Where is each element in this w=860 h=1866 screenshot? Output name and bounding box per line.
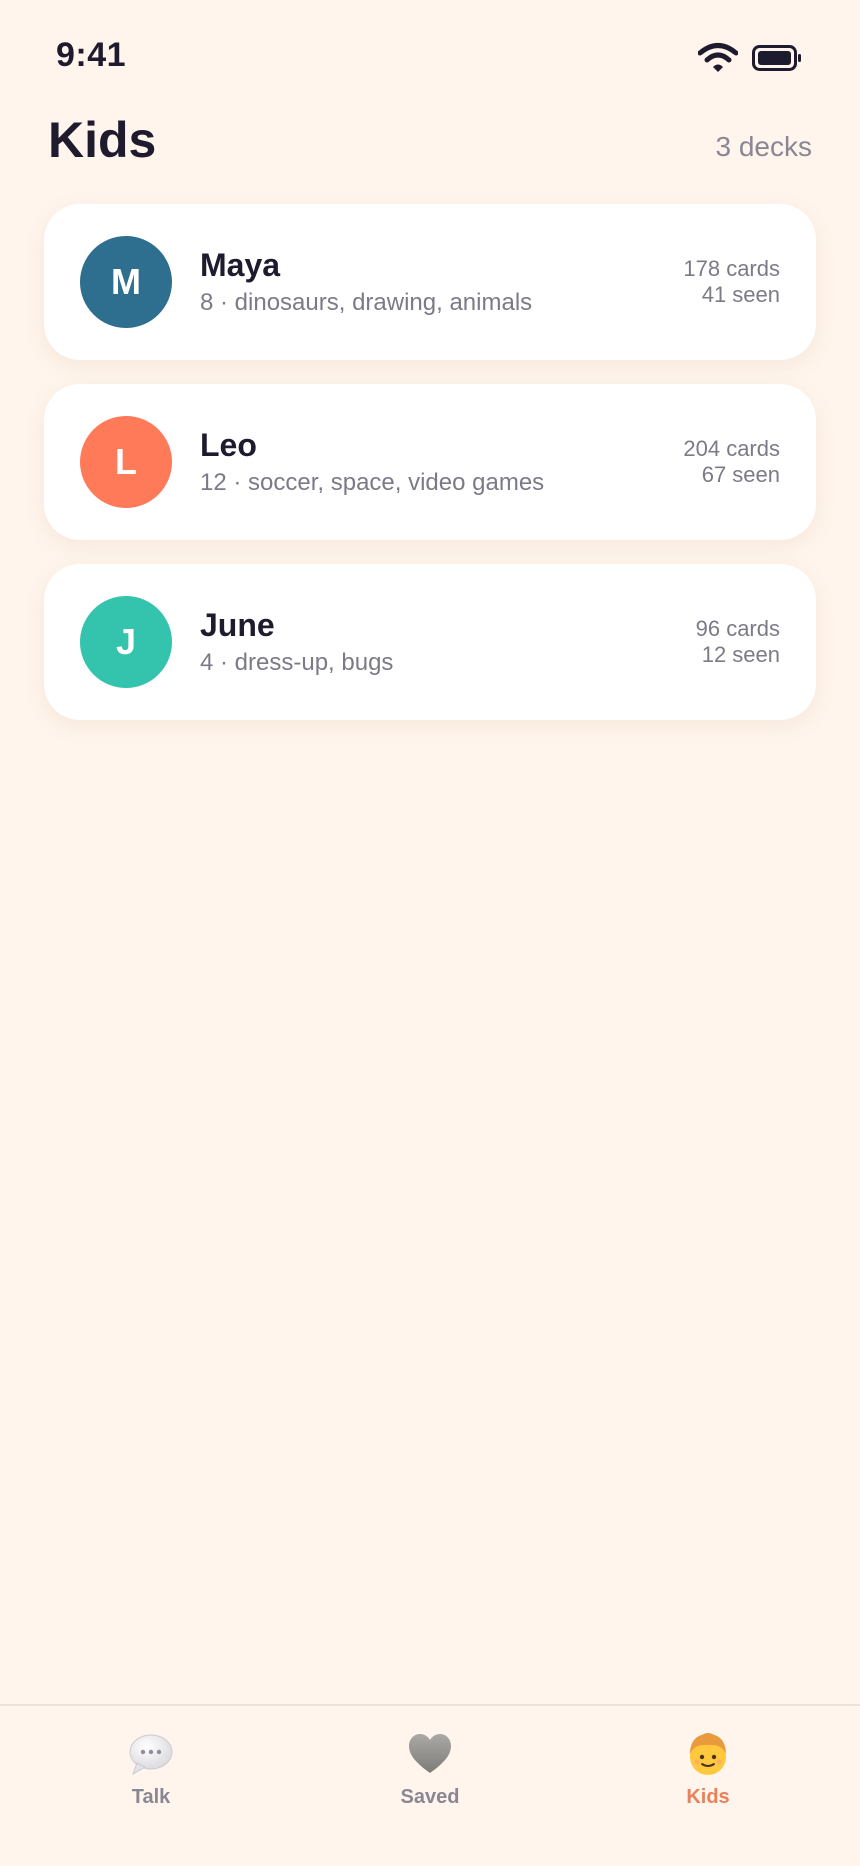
tab-saved[interactable]: Saved xyxy=(340,1730,520,1830)
kid-stats: 96 cards 12 seen xyxy=(696,616,780,668)
kid-stats: 204 cards 67 seen xyxy=(683,436,780,488)
child-icon xyxy=(690,1733,726,1775)
card-count: 204 cards xyxy=(683,436,780,461)
avatar: J xyxy=(80,596,172,688)
kid-details: 8 · dinosaurs, drawing, animals xyxy=(200,289,533,316)
wifi-icon xyxy=(698,43,738,72)
speech-bubble-icon xyxy=(129,1734,173,1776)
kid-card-maya[interactable]: M Maya 8 · dinosaurs, drawing, animals 1… xyxy=(44,204,816,360)
avatar: L xyxy=(80,416,172,508)
avatar: M xyxy=(80,236,172,328)
seen-count: 67 seen xyxy=(701,462,780,487)
kid-name: Maya xyxy=(200,247,281,283)
heart-icon xyxy=(409,1734,451,1773)
deck-count: 3 decks xyxy=(715,131,813,162)
tab-label: Kids xyxy=(686,1786,730,1808)
tab-talk[interactable]: Talk xyxy=(61,1730,241,1830)
card-count: 178 cards xyxy=(683,256,780,281)
seen-count: 41 seen xyxy=(701,282,780,307)
kid-details: 4 · dress-up, bugs xyxy=(200,649,394,676)
kid-name: June xyxy=(200,607,275,643)
status-time: 9:41 xyxy=(56,36,127,74)
tab-kids[interactable]: Kids xyxy=(618,1730,798,1830)
battery-icon xyxy=(752,45,801,71)
tab-label: Saved xyxy=(400,1786,460,1808)
header: Kids 3 decks xyxy=(0,110,860,190)
seen-count: 12 seen xyxy=(701,642,780,667)
kid-stats: 178 cards 41 seen xyxy=(683,256,780,308)
kid-card-june[interactable]: J June 4 · dress-up, bugs 96 cards 12 se… xyxy=(44,564,816,720)
page-title: Kids xyxy=(48,112,157,168)
card-count: 96 cards xyxy=(695,616,780,641)
status-bar: 9:41 xyxy=(0,0,860,110)
tab-bar: Talk Saved Kids xyxy=(0,1704,860,1866)
tab-label: Talk xyxy=(131,1786,171,1808)
kid-name: Leo xyxy=(200,427,257,463)
kid-details: 12 · soccer, space, video games xyxy=(200,469,545,496)
kid-list: M Maya 8 · dinosaurs, drawing, animals 1… xyxy=(44,204,816,744)
kid-card-leo[interactable]: L Leo 12 · soccer, space, video games 20… xyxy=(44,384,816,540)
